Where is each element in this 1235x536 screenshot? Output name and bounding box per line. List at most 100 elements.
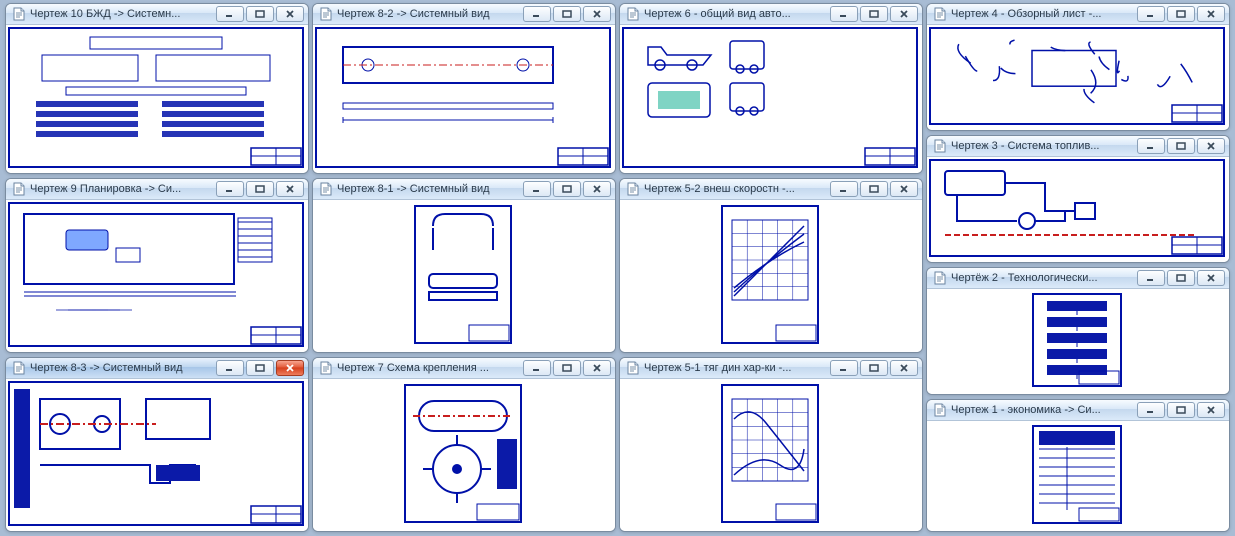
- window-title: Чертеж 8-2 -> Системный вид: [337, 7, 519, 21]
- child-window[interactable]: Чертеж 10 БЖД -> Системн...: [5, 3, 309, 174]
- window-controls: [1137, 6, 1225, 22]
- document-icon: [12, 361, 26, 375]
- window-titlebar[interactable]: Чертёж 2 - Технологически...: [927, 268, 1229, 289]
- maximize-button[interactable]: [1167, 6, 1195, 22]
- maximize-button[interactable]: [860, 181, 888, 197]
- close-button[interactable]: [276, 360, 304, 376]
- close-button[interactable]: [890, 360, 918, 376]
- minimize-button[interactable]: [830, 360, 858, 376]
- child-window[interactable]: Чертеж 6 - общий вид авто...: [619, 3, 923, 174]
- window-controls: [1137, 138, 1225, 154]
- minimize-button[interactable]: [216, 6, 244, 22]
- maximize-button[interactable]: [1167, 402, 1195, 418]
- close-button[interactable]: [583, 360, 611, 376]
- drawing-viewport[interactable]: [313, 379, 615, 531]
- maximize-button[interactable]: [246, 181, 274, 197]
- window-title: Чертеж 8-3 -> Системный вид: [30, 361, 212, 375]
- drawing-viewport[interactable]: [620, 379, 922, 531]
- window-titlebar[interactable]: Чертеж 8-2 -> Системный вид: [313, 4, 615, 25]
- maximize-button[interactable]: [553, 181, 581, 197]
- window-titlebar[interactable]: Чертеж 10 БЖД -> Системн...: [6, 4, 308, 25]
- child-window[interactable]: Чертеж 8-1 -> Системный вид: [312, 178, 616, 353]
- minimize-button[interactable]: [523, 6, 551, 22]
- maximize-button[interactable]: [1167, 138, 1195, 154]
- document-icon: [12, 182, 26, 196]
- window-controls: [830, 360, 918, 376]
- window-titlebar[interactable]: Чертеж 6 - общий вид авто...: [620, 4, 922, 25]
- window-titlebar[interactable]: Чертеж 5-2 внеш скоростн -...: [620, 179, 922, 200]
- close-button[interactable]: [890, 6, 918, 22]
- drawing-viewport[interactable]: [313, 200, 615, 352]
- child-window[interactable]: Чертеж 3 - Система топлив...: [926, 135, 1230, 263]
- window-controls: [216, 181, 304, 197]
- window-title: Чертеж 1 - экономика -> Си...: [951, 403, 1133, 417]
- document-icon: [933, 271, 947, 285]
- child-window[interactable]: Чертеж 5-2 внеш скоростн -...: [619, 178, 923, 353]
- maximize-button[interactable]: [553, 360, 581, 376]
- minimize-button[interactable]: [216, 181, 244, 197]
- close-button[interactable]: [1197, 270, 1225, 286]
- drawing-viewport[interactable]: [927, 157, 1229, 262]
- drawing-viewport[interactable]: [313, 25, 615, 173]
- window-title: Чертеж 8-1 -> Системный вид: [337, 182, 519, 196]
- drawing-viewport[interactable]: [620, 25, 922, 173]
- window-titlebar[interactable]: Чертеж 5-1 тяг дин хар-ки -...: [620, 358, 922, 379]
- close-button[interactable]: [1197, 138, 1225, 154]
- close-button[interactable]: [583, 181, 611, 197]
- minimize-button[interactable]: [830, 6, 858, 22]
- drawing-viewport[interactable]: [6, 200, 308, 352]
- maximize-button[interactable]: [246, 6, 274, 22]
- window-controls: [1137, 270, 1225, 286]
- minimize-button[interactable]: [1137, 402, 1165, 418]
- drawing-viewport[interactable]: [6, 25, 308, 173]
- drawing-viewport[interactable]: [927, 421, 1229, 531]
- child-window[interactable]: Чертеж 8-3 -> Системный вид: [5, 357, 309, 532]
- window-titlebar[interactable]: Чертеж 3 - Система топлив...: [927, 136, 1229, 157]
- minimize-button[interactable]: [216, 360, 244, 376]
- maximize-button[interactable]: [246, 360, 274, 376]
- child-window[interactable]: Чертеж 1 - экономика -> Си...: [926, 399, 1230, 532]
- window-titlebar[interactable]: Чертеж 9 Планировка -> Си...: [6, 179, 308, 200]
- child-window[interactable]: Чертеж 7 Схема крепления ...: [312, 357, 616, 532]
- window-titlebar[interactable]: Чертеж 1 - экономика -> Си...: [927, 400, 1229, 421]
- maximize-button[interactable]: [1167, 270, 1195, 286]
- maximize-button[interactable]: [553, 6, 581, 22]
- window-title: Чертеж 3 - Система топлив...: [951, 139, 1133, 153]
- document-icon: [626, 361, 640, 375]
- child-window[interactable]: Чертеж 9 Планировка -> Си...: [5, 178, 309, 353]
- document-icon: [933, 403, 947, 417]
- close-button[interactable]: [583, 6, 611, 22]
- minimize-button[interactable]: [1137, 270, 1165, 286]
- minimize-button[interactable]: [523, 360, 551, 376]
- document-icon: [319, 361, 333, 375]
- window-titlebar[interactable]: Чертеж 4 - Обзорный лист -...: [927, 4, 1229, 25]
- drawing-viewport[interactable]: [927, 25, 1229, 130]
- window-titlebar[interactable]: Чертеж 7 Схема крепления ...: [313, 358, 615, 379]
- close-button[interactable]: [890, 181, 918, 197]
- window-titlebar[interactable]: Чертеж 8-3 -> Системный вид: [6, 358, 308, 379]
- drawing-viewport[interactable]: [620, 200, 922, 352]
- child-window[interactable]: Чертёж 2 - Технологически...: [926, 267, 1230, 395]
- drawing-viewport[interactable]: [6, 379, 308, 531]
- child-window[interactable]: Чертеж 8-2 -> Системный вид: [312, 3, 616, 174]
- maximize-button[interactable]: [860, 360, 888, 376]
- close-button[interactable]: [276, 181, 304, 197]
- window-controls: [1137, 402, 1225, 418]
- document-icon: [319, 7, 333, 21]
- close-button[interactable]: [1197, 402, 1225, 418]
- minimize-button[interactable]: [523, 181, 551, 197]
- window-titlebar[interactable]: Чертеж 8-1 -> Системный вид: [313, 179, 615, 200]
- close-button[interactable]: [276, 6, 304, 22]
- window-controls: [830, 181, 918, 197]
- minimize-button[interactable]: [830, 181, 858, 197]
- child-window[interactable]: Чертеж 4 - Обзорный лист -...: [926, 3, 1230, 131]
- maximize-button[interactable]: [860, 6, 888, 22]
- minimize-button[interactable]: [1137, 138, 1165, 154]
- minimize-button[interactable]: [1137, 6, 1165, 22]
- close-button[interactable]: [1197, 6, 1225, 22]
- child-window[interactable]: Чертеж 5-1 тяг дин хар-ки -...: [619, 357, 923, 532]
- drawing-viewport[interactable]: [927, 289, 1229, 394]
- document-icon: [626, 7, 640, 21]
- document-icon: [933, 7, 947, 21]
- window-controls: [523, 360, 611, 376]
